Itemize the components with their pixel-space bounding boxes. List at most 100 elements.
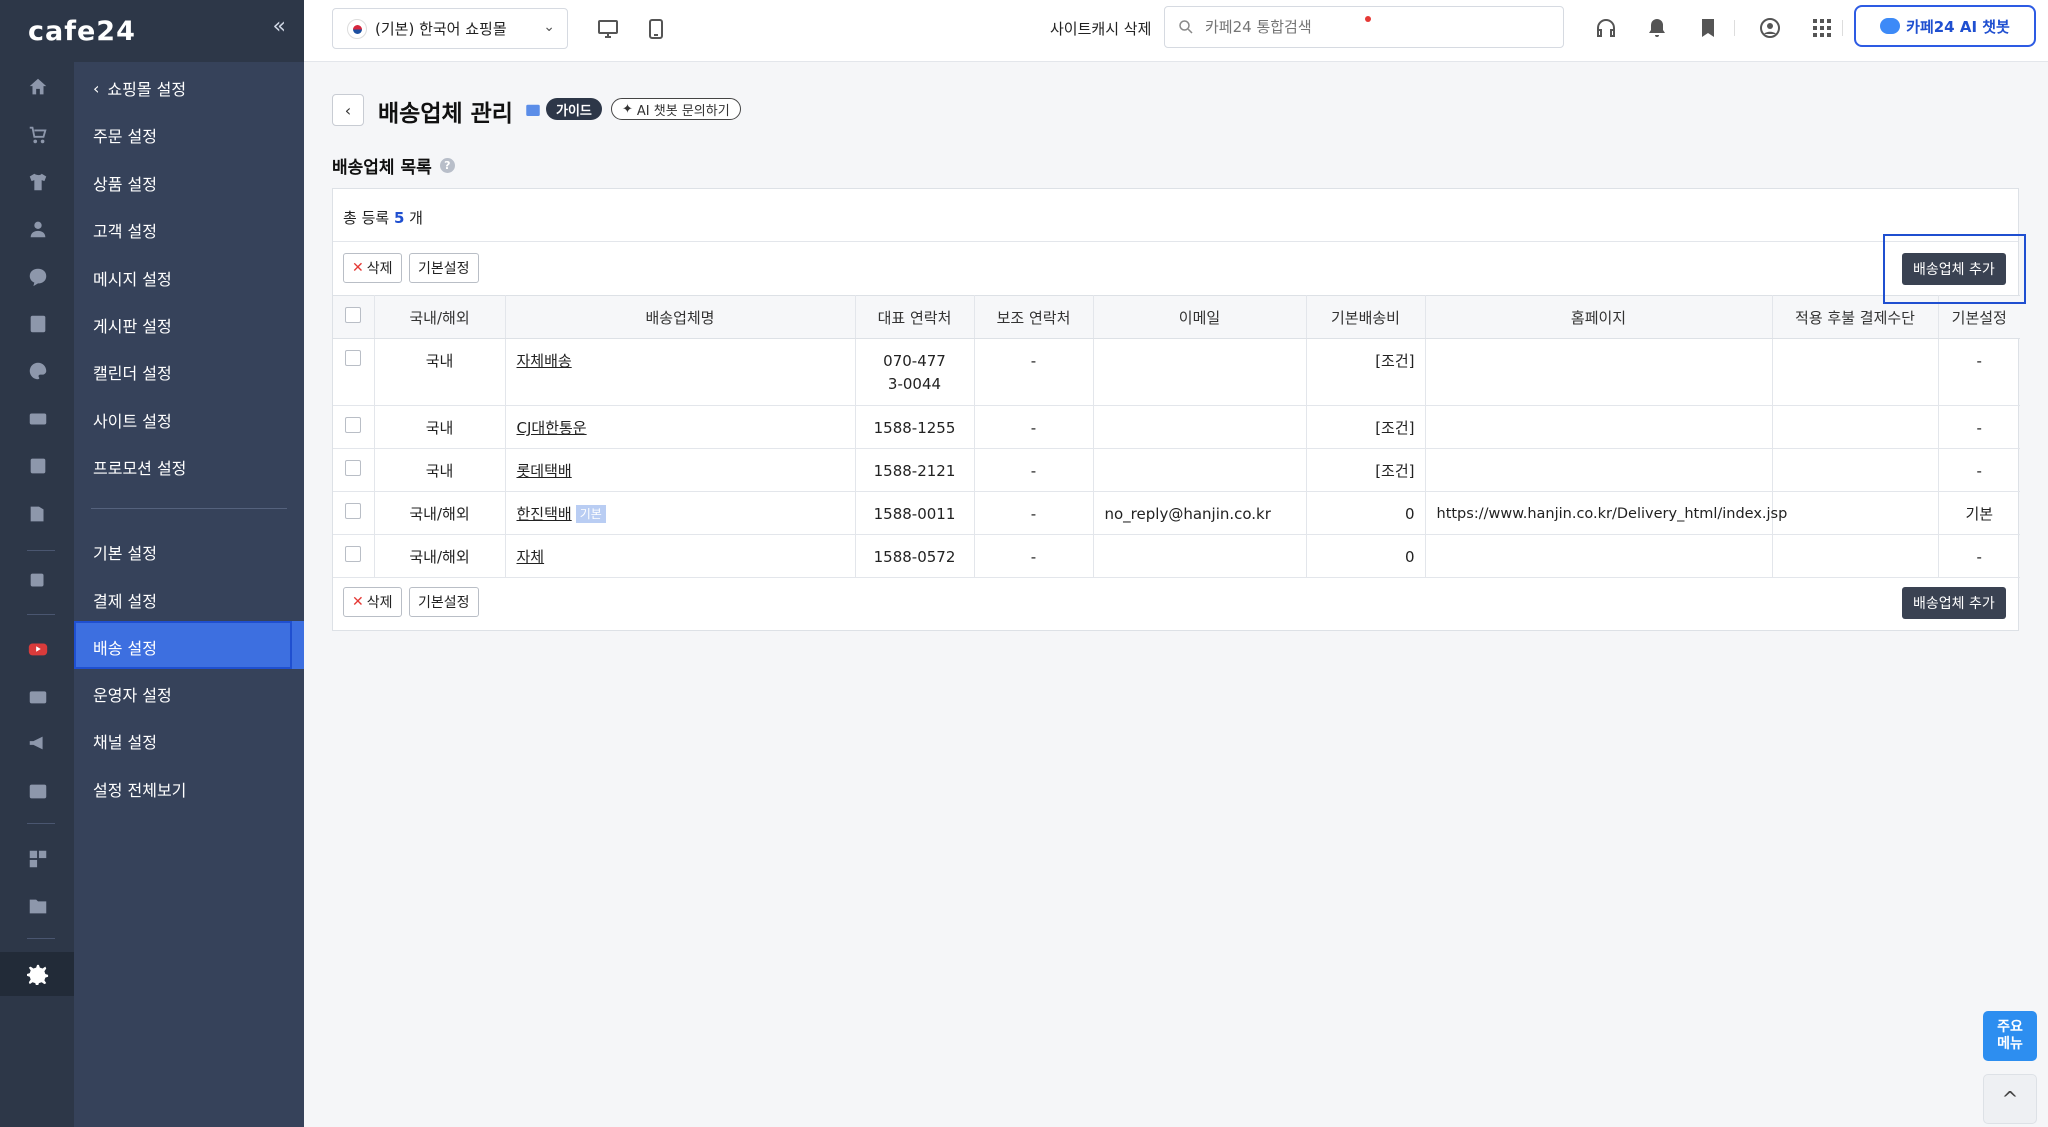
row-select-cell — [333, 405, 375, 449]
scroll-top-button[interactable]: ^ — [1983, 1074, 2037, 1124]
book-icon[interactable] — [27, 503, 49, 525]
close-icon: ✕ — [352, 260, 364, 276]
default-cell: - — [1938, 405, 2020, 449]
default-cell: - — [1938, 448, 2020, 492]
submenu-divider — [91, 508, 287, 509]
apps-grid-icon[interactable] — [1810, 16, 1834, 40]
cafe24-logo[interactable]: cafe24 — [28, 16, 136, 47]
submenu-back-link[interactable]: ‹ 쇼핑몰 설정 — [93, 76, 186, 100]
carrier-name-link[interactable]: CJ대한통운 — [517, 419, 587, 437]
back-button[interactable]: ‹ — [332, 94, 364, 126]
chat-icon[interactable] — [27, 266, 49, 288]
carrier-name-cell: 롯데택배 — [505, 448, 856, 492]
gear-icon[interactable] — [27, 963, 49, 985]
submenu-item-message[interactable]: 메시지 설정 — [93, 266, 172, 290]
carrier-list-panel: 총 등록 5 개 ✕ 삭제 기본설정 배송업체 추가 국내/해외 배송업체명 대표… — [332, 188, 2020, 631]
submenu-item-board[interactable]: 게시판 설정 — [93, 313, 172, 337]
palette-icon[interactable] — [27, 360, 49, 382]
column-header: 홈페이지 — [1425, 295, 1773, 339]
table-row: 국내 자체배송 070-4773-0044 - [조건] - — [333, 338, 2020, 406]
row-checkbox[interactable] — [345, 503, 362, 519]
default-cell: - — [1938, 338, 2020, 406]
chevron-left-icon: ‹ — [93, 78, 100, 98]
column-header: 기본배송비 — [1306, 295, 1426, 339]
ai-chatbot-button[interactable]: 카페24 AI 챗봇 — [1854, 5, 2036, 47]
submenu-item-operator[interactable]: 운영자 설정 — [93, 682, 172, 706]
select-all-checkbox[interactable] — [345, 307, 362, 323]
mall-select[interactable]: (기본) 한국어 쇼핑몰 ⌄ — [332, 8, 568, 49]
mobile-icon[interactable] — [644, 17, 668, 41]
fee-cell: 0 — [1306, 534, 1426, 578]
table-header-row: 국내/해외 배송업체명 대표 연락처 보조 연락처 이메일 기본배송비 홈페이지… — [333, 295, 2020, 339]
homepage-cell — [1425, 448, 1773, 492]
delete-button-bottom[interactable]: ✕ 삭제 — [343, 587, 402, 617]
submenu-item-site[interactable]: 사이트 설정 — [93, 408, 172, 432]
row-select-cell — [333, 338, 375, 406]
bookmark-icon[interactable] — [1696, 16, 1720, 40]
row-checkbox[interactable] — [345, 350, 362, 366]
home-icon[interactable] — [27, 76, 49, 98]
coupon-icon[interactable] — [27, 408, 49, 430]
desktop-icon[interactable] — [596, 17, 620, 41]
homepage-cell: https://www.hanjin.co.kr/Delivery_html/i… — [1425, 491, 1787, 535]
phone2-cell: - — [974, 448, 1094, 492]
user-icon[interactable] — [27, 218, 49, 240]
table-row: 국내 롯데택배 1588-2121 - [조건] - — [333, 448, 2020, 492]
site-cache-delete-link[interactable]: 사이트캐시 삭제 — [1050, 18, 1151, 39]
account-icon[interactable] — [1758, 16, 1782, 40]
notification-dot — [1365, 16, 1371, 22]
total-count: 총 등록 5 개 — [343, 209, 423, 227]
bell-icon[interactable] — [1645, 16, 1669, 40]
shirt-icon[interactable] — [27, 171, 49, 193]
korea-flag-icon — [347, 18, 367, 39]
fee-cell[interactable]: [조건] — [1306, 405, 1426, 449]
add-carrier-button-bottom[interactable]: 배송업체 추가 — [1902, 587, 2006, 619]
ai-inquiry-button[interactable]: ✦ AI 챗봇 문의하기 — [611, 98, 741, 120]
carrier-table: 국내/해외 배송업체명 대표 연락처 보조 연락처 이메일 기본배송비 홈페이지… — [333, 295, 2020, 578]
folder-add-icon[interactable] — [27, 895, 49, 917]
carrier-name-link[interactable]: 자체배송 — [517, 352, 572, 370]
panel-divider — [333, 241, 2018, 242]
carrier-name-link[interactable]: 롯데택배 — [517, 462, 572, 480]
submenu-item-calendar[interactable]: 캘린더 설정 — [93, 360, 172, 384]
set-default-button-bottom[interactable]: 기본설정 — [409, 587, 479, 617]
submenu-item-basic[interactable]: 기본 설정 — [93, 540, 157, 564]
chart-icon[interactable] — [27, 455, 49, 477]
carrier-name-link[interactable]: 한진택배 — [517, 505, 572, 523]
submenu-item-product[interactable]: 상품 설정 — [93, 171, 157, 195]
region-cell: 국내 — [374, 405, 506, 449]
guide-badge[interactable]: 가이드 — [546, 98, 602, 120]
submenu-item-channel[interactable]: 채널 설정 — [93, 729, 157, 753]
submenu-item-all[interactable]: 설정 전체보기 — [93, 777, 186, 801]
carrier-name-link[interactable]: 자체 — [517, 548, 545, 566]
board-icon[interactable] — [27, 313, 49, 335]
row-checkbox[interactable] — [345, 417, 362, 433]
main-menu-float-button[interactable]: 주요 메뉴 — [1983, 1011, 2037, 1061]
close-icon: ✕ — [352, 594, 364, 610]
apps-add-icon[interactable] — [27, 848, 49, 870]
submenu-item-customer[interactable]: 고객 설정 — [93, 218, 157, 242]
youtube-icon[interactable] — [27, 638, 49, 660]
submenu-active-edge — [292, 621, 304, 669]
integrated-search[interactable] — [1164, 6, 1564, 48]
set-default-button-top[interactable]: 기본설정 — [409, 253, 479, 283]
default-cell: - — [1938, 534, 2020, 578]
row-checkbox[interactable] — [345, 460, 362, 476]
store-add-icon[interactable] — [27, 780, 49, 802]
cart-icon[interactable] — [27, 124, 49, 146]
help-icon[interactable]: ? — [439, 158, 455, 173]
store-settings-icon[interactable] — [27, 570, 49, 592]
submenu-item-order[interactable]: 주문 설정 — [93, 123, 157, 147]
collapse-sidebar-icon[interactable]: « — [273, 14, 286, 39]
briefcase-icon[interactable] — [27, 685, 49, 707]
submenu-item-promotion[interactable]: 프로모션 설정 — [93, 455, 186, 479]
headset-icon[interactable] — [1594, 16, 1618, 40]
submenu-item-payment[interactable]: 결제 설정 — [93, 588, 157, 612]
fee-cell[interactable]: [조건] — [1306, 338, 1426, 406]
row-select-cell — [333, 448, 375, 492]
delete-button-top[interactable]: ✕ 삭제 — [343, 253, 402, 283]
row-checkbox[interactable] — [345, 546, 362, 562]
megaphone-icon[interactable] — [27, 732, 49, 754]
submenu-item-shipping[interactable]: 배송 설정 — [93, 635, 157, 659]
fee-cell[interactable]: [조건] — [1306, 448, 1426, 492]
